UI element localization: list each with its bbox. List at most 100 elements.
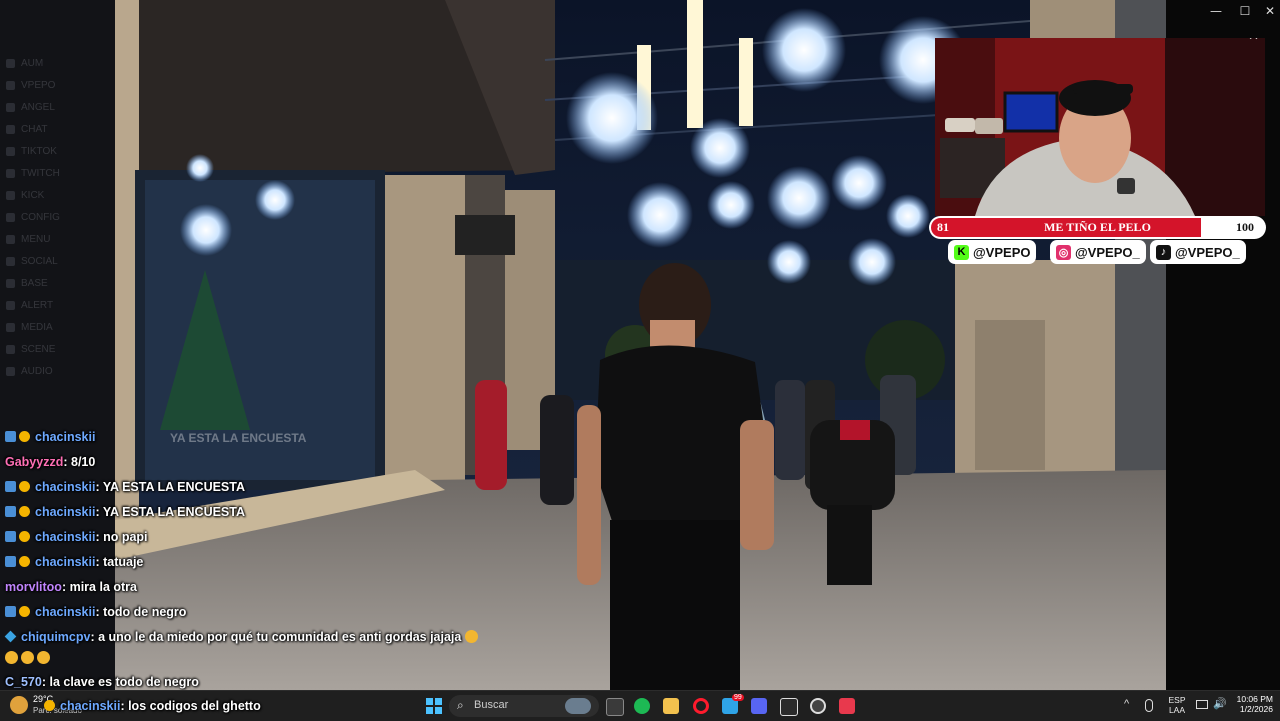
row-icon bbox=[6, 300, 15, 310]
left-app-row: MEDIA bbox=[6, 320, 110, 334]
tray-chevron-icon[interactable]: ^ bbox=[1124, 698, 1129, 710]
left-app-row: VPEPO bbox=[6, 78, 110, 92]
row-label: MEDIA bbox=[21, 321, 53, 333]
sub-badge-icon bbox=[5, 481, 16, 492]
gift-badge-icon bbox=[19, 531, 30, 542]
row-label: VPEPO bbox=[21, 79, 56, 91]
social-instagram: ◎ @VPEPO_ bbox=[1050, 240, 1146, 264]
goal-end-value: 100 bbox=[1236, 220, 1254, 234]
chat-message: chiquimcpv: a uno le da miedo por qué tu… bbox=[4, 630, 481, 644]
row-icon bbox=[6, 102, 15, 112]
row-icon bbox=[6, 278, 15, 288]
overlay-close-icon[interactable]: ✕ bbox=[1248, 38, 1259, 44]
search-box[interactable]: ⌕ Buscar bbox=[449, 695, 599, 717]
row-icon bbox=[6, 344, 15, 354]
keyboard-layout: LAA bbox=[1168, 705, 1186, 715]
row-icon bbox=[6, 212, 15, 222]
weather-icon[interactable] bbox=[10, 696, 28, 714]
search-icon: ⌕ bbox=[457, 698, 464, 712]
app-red-icon[interactable] bbox=[839, 698, 855, 714]
left-app-row: AUDIO bbox=[6, 364, 110, 378]
clock[interactable]: 10:06 PM 1/2/2026 bbox=[1231, 694, 1273, 714]
taskbar: 29°C Parc. soleado chacinskii: los codig… bbox=[0, 690, 1280, 721]
chat-message: chacinskii: tatuaje bbox=[5, 555, 143, 569]
gift-badge-icon bbox=[19, 481, 30, 492]
chat-message: chacinskii: no papi bbox=[5, 530, 148, 544]
minimize-icon[interactable]: — bbox=[1208, 3, 1224, 19]
discord-icon[interactable] bbox=[751, 698, 767, 714]
microphone-icon[interactable] bbox=[1145, 699, 1153, 712]
left-app-row: AUM bbox=[6, 56, 110, 70]
volume-icon[interactable]: 🔊 bbox=[1213, 697, 1227, 710]
row-icon bbox=[6, 366, 15, 376]
tiktok-icon: ♪ bbox=[1156, 244, 1171, 260]
opera-gx-icon[interactable] bbox=[693, 698, 709, 714]
row-icon bbox=[6, 146, 15, 156]
language-indicator[interactable]: ESP LAA bbox=[1165, 695, 1189, 715]
social-kick-handle: @VPEPO bbox=[973, 244, 1031, 260]
left-app-row: KICK bbox=[6, 188, 110, 202]
row-icon bbox=[6, 80, 15, 90]
goal-bar: 81 ME TIÑO EL PELO 100 bbox=[929, 216, 1266, 239]
row-icon bbox=[6, 58, 15, 68]
left-app-row: CHAT bbox=[6, 122, 110, 136]
streamer-cam bbox=[935, 38, 1265, 216]
search-placeholder: Buscar bbox=[474, 699, 509, 711]
social-tiktok-handle: @VPEPO_ bbox=[1175, 244, 1240, 260]
app-dark-icon[interactable] bbox=[780, 698, 798, 716]
left-app-row: ALERT bbox=[6, 298, 110, 312]
clock-time: 10:06 PM bbox=[1236, 694, 1273, 704]
row-label: ALERT bbox=[21, 299, 54, 311]
row-icon bbox=[6, 256, 15, 266]
laughing-emoji-icon bbox=[21, 651, 34, 664]
chat-message: chacinskii bbox=[5, 430, 95, 444]
gift-badge-icon bbox=[19, 556, 30, 567]
row-label: SOCIAL bbox=[21, 255, 58, 267]
laughing-emoji-icon bbox=[5, 651, 18, 664]
row-label: AUDIO bbox=[21, 365, 53, 377]
left-app-row: TIKTOK bbox=[6, 144, 110, 158]
row-label: TWITCH bbox=[21, 167, 60, 179]
row-label: CHAT bbox=[21, 123, 48, 135]
chat-message: morvlitoo: mira la otra bbox=[5, 580, 137, 594]
chat-emoji-line bbox=[5, 651, 53, 665]
network-icon[interactable] bbox=[1196, 700, 1208, 709]
task-view-icon[interactable] bbox=[606, 698, 624, 716]
file-explorer-icon[interactable] bbox=[663, 698, 679, 714]
social-instagram-handle: @VPEPO_ bbox=[1075, 244, 1140, 260]
chat-last-message: chacinskii: los codigos del ghetto bbox=[44, 699, 261, 713]
left-app-row: BASE bbox=[6, 276, 110, 290]
gift-badge-icon bbox=[19, 431, 30, 442]
facecam-overlay: ✕ bbox=[935, 38, 1265, 216]
close-icon[interactable]: ✕ bbox=[1262, 3, 1278, 19]
row-label: MENU bbox=[21, 233, 51, 245]
row-icon bbox=[6, 124, 15, 134]
sub-badge-icon bbox=[5, 556, 16, 567]
row-label: TIKTOK bbox=[21, 145, 57, 157]
chat-message: chacinskii: todo de negro bbox=[5, 605, 186, 619]
laughing-emoji-icon bbox=[37, 651, 50, 664]
row-icon bbox=[6, 234, 15, 244]
row-label: KICK bbox=[21, 189, 45, 201]
row-label: SCENE bbox=[21, 343, 56, 355]
chat-message: C_570: la clave es todo de negro bbox=[5, 675, 199, 689]
row-icon bbox=[6, 168, 15, 178]
left-app-row: SCENE bbox=[6, 342, 110, 356]
sub-badge-icon bbox=[5, 431, 16, 442]
social-kick: K @VPEPO bbox=[948, 240, 1037, 264]
diamond-badge-icon bbox=[4, 630, 17, 643]
windows-start-icon[interactable] bbox=[426, 698, 442, 714]
obs-icon[interactable] bbox=[810, 698, 826, 714]
row-label: BASE bbox=[21, 277, 48, 289]
maximize-icon[interactable]: ☐ bbox=[1237, 3, 1253, 19]
row-label: CONFIG bbox=[21, 211, 60, 223]
row-icon bbox=[6, 190, 15, 200]
sub-badge-icon bbox=[5, 606, 16, 617]
laughing-emoji-icon bbox=[464, 630, 478, 643]
gift-badge-icon bbox=[19, 606, 30, 617]
row-icon bbox=[6, 322, 15, 332]
gift-badge-icon bbox=[19, 506, 30, 517]
left-app-row: TWITCH bbox=[6, 166, 110, 180]
gift-badge-icon bbox=[44, 700, 55, 711]
spotify-icon[interactable] bbox=[634, 698, 650, 714]
